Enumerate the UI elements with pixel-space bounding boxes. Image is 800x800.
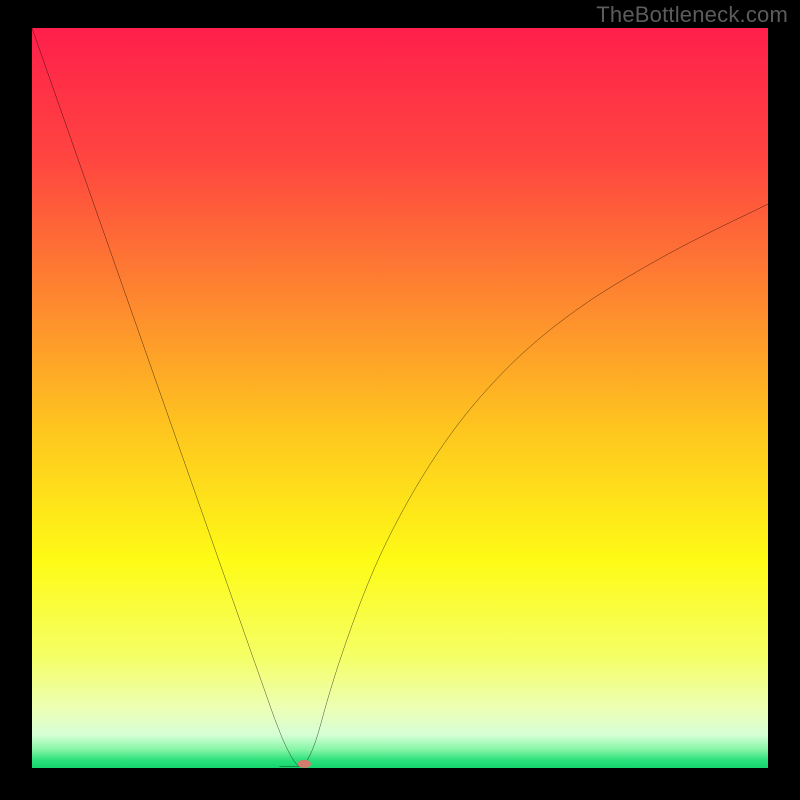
plot-area [32, 28, 768, 768]
watermark-text: TheBottleneck.com [596, 2, 788, 28]
chart-svg [32, 28, 768, 768]
optimum-marker [298, 760, 311, 768]
gradient-background [32, 28, 768, 768]
chart-frame: TheBottleneck.com [0, 0, 800, 800]
